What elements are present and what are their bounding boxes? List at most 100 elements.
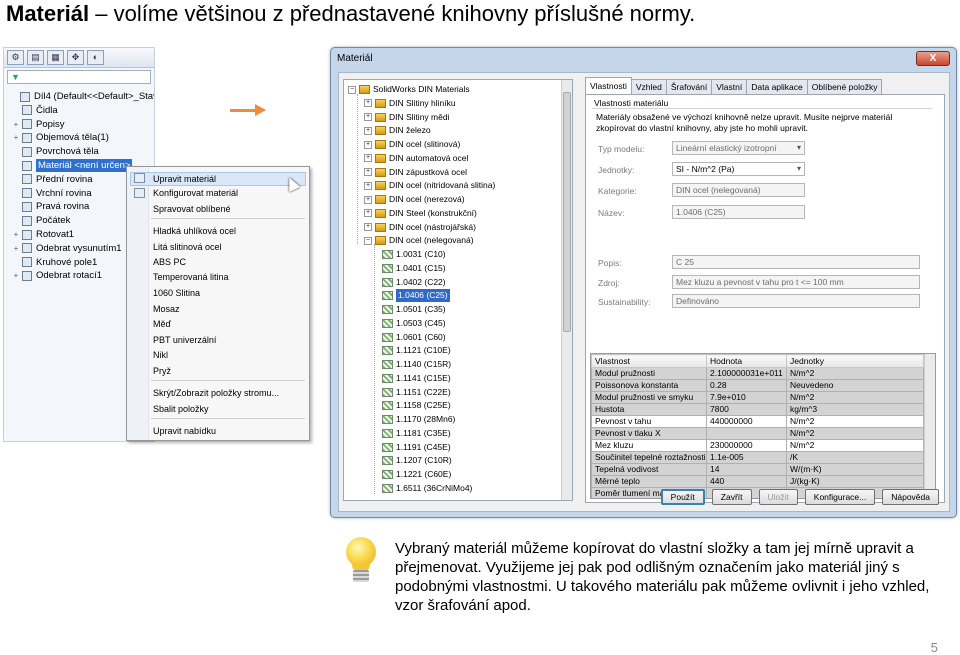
property-cell[interactable]: Pevnost v tahu (591, 415, 707, 428)
context-menu-item[interactable]: Skrýt/Zobrazit položky stromu... (153, 387, 279, 399)
help-button[interactable]: Nápověda (882, 489, 939, 505)
feature-tree-item[interactable]: Materiál <není určen> (12, 159, 133, 172)
configuration-manager-tab-icon[interactable]: ▦ (47, 50, 64, 65)
value-cell[interactable]: 0.28 (706, 379, 787, 392)
feature-tree-item[interactable]: Čidla (12, 104, 58, 117)
expand-toggle-icon[interactable]: − (364, 236, 372, 245)
value-cell[interactable]: 440000000 (706, 415, 787, 428)
material-tree-item[interactable]: 1.0031 (C10) (382, 248, 446, 261)
context-menu-item[interactable]: Temperovaná litina (153, 271, 229, 283)
table-row[interactable]: Součinitel tepelné roztažnosti 1.1e-005/K (591, 451, 924, 464)
category-field[interactable]: DIN ocel (nelegovaná) (672, 183, 805, 197)
material-library-tree[interactable]: − SolidWorks DIN Materials + DIN Slitiny hl… (343, 79, 573, 501)
units-cell[interactable]: N/m^2 (786, 391, 924, 404)
context-menu-item[interactable]: Hladká uhlíková ocel (153, 225, 236, 237)
value-cell[interactable]: 1.1e-005 (706, 451, 787, 464)
units-cell[interactable]: N/m^2 (786, 415, 924, 428)
expand-toggle-icon[interactable]: + (364, 99, 372, 108)
column-header-units[interactable]: Jednotky (786, 354, 924, 368)
table-row[interactable]: Modul pružnosti 2.100000031e+011 N/m^2 (591, 367, 924, 380)
property-manager-tab-icon[interactable]: ▤ (27, 50, 44, 65)
feature-tree-item[interactable]: Pravá rovina (12, 200, 89, 213)
context-menu-item[interactable]: ABS PC (153, 256, 186, 268)
feature-tree-item[interactable]: Povrchová těla (12, 145, 99, 158)
expand-toggle-icon[interactable]: + (364, 168, 372, 176)
feature-tree-item[interactable]: Počátek (12, 214, 70, 227)
column-header-property[interactable]: Vlastnost (591, 354, 707, 368)
property-cell[interactable]: Modul pružnosti ve smyku (591, 391, 707, 404)
value-cell[interactable]: 14 (706, 463, 787, 476)
expand-toggle-icon[interactable]: + (364, 126, 372, 135)
configuration-button[interactable]: Konfigurace... (804, 489, 876, 505)
expand-toggle-icon[interactable]: + (12, 118, 20, 131)
units-cell[interactable]: W/(m·K) (786, 463, 924, 476)
expand-toggle-icon[interactable]: + (12, 269, 20, 282)
context-menu-item[interactable]: Litá slitinová ocel (153, 241, 222, 253)
name-field[interactable]: 1.0406 (C25) (672, 205, 805, 219)
description-field[interactable]: C 25 (672, 255, 920, 269)
expand-toggle-icon[interactable]: + (12, 228, 20, 241)
material-tree-item[interactable]: − DIN ocel (nelegovaná) (364, 234, 474, 247)
context-menu-item[interactable]: Sbalit položky (153, 403, 209, 415)
value-cell[interactable]: 7800 (706, 403, 787, 416)
expand-toggle-icon[interactable]: − (348, 85, 356, 94)
table-row[interactable]: Měrné teplo 440 J/(kg·K) (591, 475, 924, 488)
apply-button[interactable]: Použít (660, 489, 705, 505)
tab-6[interactable]: Oblíbené položky (806, 79, 883, 95)
expand-toggle-icon[interactable]: + (364, 181, 372, 190)
tab-2[interactable]: Vzhled (630, 79, 667, 95)
material-tree-item[interactable]: + DIN ocel (nástrojářská) (364, 221, 476, 234)
units-cell[interactable]: Neuvedeno (786, 379, 924, 392)
property-cell[interactable]: Pevnost v tlaku X (591, 427, 707, 440)
material-tree-item[interactable]: 1.1170 (28Mn6) (382, 413, 455, 426)
material-tree-item[interactable]: 1.1221 (C60E) (382, 468, 451, 481)
feature-tree-item[interactable]: + Objemová těla(1) (12, 131, 109, 144)
table-row[interactable]: Poissonova konstanta 0.28 Neuvedeno (591, 379, 924, 392)
material-tree-item[interactable]: + DIN zápustková ocel (364, 166, 467, 179)
property-cell[interactable]: Mez kluzu (591, 439, 707, 452)
material-tree-item[interactable]: + DIN Slitiny hliníku (364, 97, 456, 110)
material-tree-item[interactable]: + DIN železo (364, 124, 431, 137)
material-tree-item[interactable]: 1.0402 (C22) (382, 276, 446, 289)
units-cell[interactable]: N/m^2 (786, 427, 924, 440)
table-row[interactable]: Pevnost v tahu 440000000 N/m^2 (591, 415, 924, 428)
close-dialog-button[interactable]: Zavřít (711, 489, 752, 505)
close-button[interactable]: X (916, 51, 950, 66)
feature-manager-tab-icon[interactable]: ⚙ (7, 50, 24, 65)
display-manager-tab-icon[interactable]: ◐ (87, 50, 104, 65)
value-cell[interactable]: 2.100000031e+011 (706, 367, 787, 380)
context-menu-item[interactable]: PBT univerzální (153, 334, 216, 346)
context-menu-item[interactable]: Pryž (153, 365, 171, 377)
material-tree-item[interactable]: 1.0503 (C45) (382, 317, 446, 330)
property-cell[interactable]: Hustota (591, 403, 707, 416)
tree-scrollbar-thumb[interactable] (563, 92, 571, 332)
table-row[interactable]: Modul pružnosti ve smyku 7.9e+010 N/m^2 (591, 391, 924, 404)
expand-toggle-icon[interactable]: + (364, 140, 372, 149)
tab-4[interactable]: Vlastní (711, 79, 748, 95)
feature-tree-item[interactable]: + Popisy (12, 118, 65, 131)
context-menu-item[interactable]: Mosaz (153, 303, 180, 315)
units-cell[interactable]: /K (786, 451, 924, 464)
expand-toggle-icon[interactable]: + (12, 242, 20, 255)
table-row[interactable]: Mez kluzu 230000000 N/m^2 (591, 439, 924, 452)
material-tree-item[interactable]: + DIN ocel (nerezová) (364, 193, 465, 206)
material-tree-item[interactable]: 1.1207 (C10R) (382, 454, 452, 467)
property-cell[interactable]: Modul pružnosti (591, 367, 707, 380)
table-row[interactable]: Tepelná vodivost 14 W/(m·K) (591, 463, 924, 476)
feature-tree-item[interactable]: + Odebrat rotací1 (12, 269, 102, 282)
context-menu-item[interactable]: Upravit materiál (130, 172, 306, 186)
filter-icon[interactable]: ▼ (7, 70, 151, 84)
material-tree-item[interactable]: 1.1121 (C10E) (382, 344, 451, 357)
source-field[interactable]: Mez kluzu a pevnost v tahu pro t <= 100 … (672, 275, 920, 289)
property-cell[interactable]: Součinitel tepelné roztažnosti (591, 451, 707, 464)
column-header-value[interactable]: Hodnota (706, 354, 787, 368)
context-menu-item[interactable]: Upravit nabídku (153, 425, 216, 437)
feature-tree-item[interactable]: Kruhové pole1 (12, 256, 97, 269)
material-tree-item[interactable]: + DIN Slitiny mědi (364, 111, 449, 124)
material-tree-item[interactable]: 1.1191 (C45E) (382, 441, 451, 454)
value-cell[interactable]: 230000000 (706, 439, 787, 452)
units-cell[interactable]: N/m^2 (786, 439, 924, 452)
tab-5[interactable]: Data aplikace (746, 79, 808, 95)
property-cell[interactable]: Tepelná vodivost (591, 463, 707, 476)
tab-1[interactable]: Vlastnosti (585, 77, 632, 94)
